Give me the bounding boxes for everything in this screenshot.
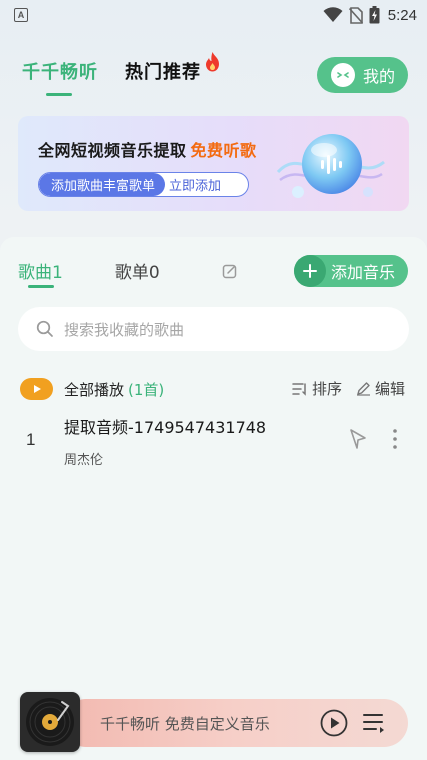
- search-icon: [36, 320, 53, 337]
- song-index: 1: [26, 430, 36, 449]
- battery-icon: [369, 6, 380, 24]
- add-now-link[interactable]: 立即添加: [165, 173, 221, 196]
- promo-banner[interactable]: 全网短视频音乐提取 免费听歌 添加歌曲丰富歌单 立即添加: [18, 116, 409, 211]
- edit-button[interactable]: 编辑: [356, 378, 405, 399]
- edit-icon[interactable]: [222, 263, 238, 279]
- tab-playlists[interactable]: 歌单0: [115, 258, 160, 283]
- avatar: [331, 63, 355, 87]
- play-all-row: 全部播放 (1首) 排序 编辑: [20, 376, 407, 402]
- banner-title: 全网短视频音乐提取 免费听歌: [38, 137, 257, 161]
- add-music-label: 添加音乐: [331, 263, 396, 282]
- edit-label: 编辑: [374, 380, 405, 398]
- pencil-icon: [356, 382, 370, 396]
- tab-qianqian[interactable]: 千千畅听: [22, 58, 98, 96]
- list-tools: 排序 编辑: [292, 378, 405, 399]
- songs-tab-indicator: [28, 285, 54, 288]
- player-text: 千千畅听 免费自定义音乐: [100, 715, 270, 733]
- library-tabs: 歌曲1 歌单0: [18, 258, 160, 288]
- song-artist: 周杰伦: [64, 453, 104, 468]
- play-all-label[interactable]: 全部播放: [64, 379, 124, 400]
- mine-button[interactable]: 我的: [317, 57, 408, 93]
- banner-cta[interactable]: 添加歌曲丰富歌单 立即添加: [38, 172, 249, 197]
- sort-button[interactable]: 排序: [292, 378, 342, 399]
- song-title: 提取音频-1749547431748: [64, 418, 267, 437]
- top-tabs: 千千畅听 热门推荐: [22, 52, 219, 96]
- banner-highlight: 免费听歌: [190, 141, 257, 160]
- wifi-icon: [323, 7, 343, 22]
- app-notification-icon: A: [14, 8, 28, 22]
- audio-wave-illustration: [276, 134, 385, 198]
- play-all-button[interactable]: [20, 378, 53, 400]
- plus-icon: [294, 255, 326, 287]
- album-disc-icon[interactable]: [20, 692, 80, 752]
- tab-qianqian-label: 千千畅听: [22, 62, 98, 83]
- play-next-icon[interactable]: [348, 428, 370, 450]
- sort-icon: [292, 382, 306, 396]
- add-songs-cta: 添加歌曲丰富歌单: [39, 173, 166, 196]
- more-options-icon[interactable]: [389, 428, 401, 450]
- sort-label: 排序: [311, 380, 342, 398]
- tab-hot-label: 热门推荐: [125, 62, 201, 83]
- player-play-icon[interactable]: [319, 708, 349, 738]
- banner-title-text: 全网短视频音乐提取: [38, 141, 187, 160]
- list-item[interactable]: 1 提取音频-1749547431748 周杰伦: [0, 408, 427, 472]
- tab-songs[interactable]: 歌曲1: [18, 258, 63, 288]
- mini-player[interactable]: 千千畅听 免费自定义音乐: [62, 699, 408, 747]
- face-icon: [337, 72, 349, 78]
- play-icon: [33, 385, 41, 393]
- tab-hot-recommend[interactable]: 热门推荐: [125, 52, 219, 84]
- flame-icon: [206, 52, 219, 72]
- search-input[interactable]: 搜索我收藏的歌曲: [18, 307, 409, 351]
- search-placeholder: 搜索我收藏的歌曲: [64, 320, 185, 339]
- mine-label: 我的: [363, 67, 396, 86]
- clock: 5:24: [387, 6, 417, 24]
- song-count: (1首): [128, 380, 165, 399]
- tab-songs-label: 歌曲1: [18, 263, 63, 283]
- vinyl-icon: [26, 698, 74, 746]
- add-music-button[interactable]: 添加音乐: [294, 255, 408, 287]
- playlist-icon[interactable]: [362, 711, 386, 735]
- status-bar: A 5:24: [0, 0, 427, 30]
- active-tab-indicator: [46, 93, 72, 96]
- no-sim-icon: [348, 6, 363, 24]
